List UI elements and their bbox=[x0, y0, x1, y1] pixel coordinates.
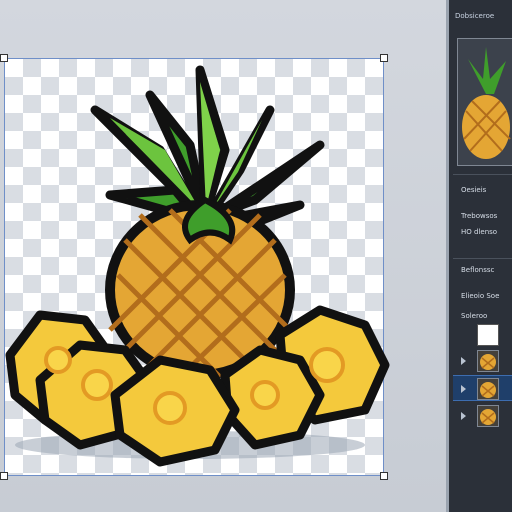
visibility-icon[interactable] bbox=[461, 357, 466, 365]
layers-panel: Dobsiceroe Oesieis Trebowsos HO dlenso B… bbox=[446, 0, 512, 512]
panel-label-1[interactable]: Oesieis bbox=[461, 186, 512, 194]
layer-row-pineapple-2[interactable] bbox=[453, 375, 512, 401]
visibility-icon[interactable] bbox=[461, 412, 466, 420]
pineapple-icon bbox=[477, 405, 499, 427]
canvas-workspace bbox=[0, 0, 446, 512]
layer-row-pineapple-3[interactable] bbox=[453, 403, 512, 429]
panel-label-5[interactable]: Elieoio Soe bbox=[461, 292, 512, 300]
pineapple-icon bbox=[477, 378, 499, 400]
white-swatch-icon bbox=[477, 324, 499, 346]
visibility-icon[interactable] bbox=[461, 385, 466, 393]
panel-label-2[interactable]: Trebowsos bbox=[461, 212, 512, 220]
pineapple-icon bbox=[477, 350, 499, 372]
layer-row-pineapple-1[interactable] bbox=[453, 348, 512, 374]
panel-label-6[interactable]: Soleroo bbox=[461, 312, 512, 320]
pineapple-artwork[interactable] bbox=[0, 0, 446, 512]
panel-label-4[interactable]: Beflonssc bbox=[461, 266, 512, 274]
panel-title: Dobsiceroe bbox=[455, 12, 495, 20]
pineapple-thumbnail-icon bbox=[462, 47, 511, 159]
layer-row-background[interactable] bbox=[453, 322, 512, 348]
navigator-thumbnail[interactable] bbox=[457, 38, 512, 166]
panel-label-3[interactable]: HO dlenso bbox=[461, 228, 512, 236]
